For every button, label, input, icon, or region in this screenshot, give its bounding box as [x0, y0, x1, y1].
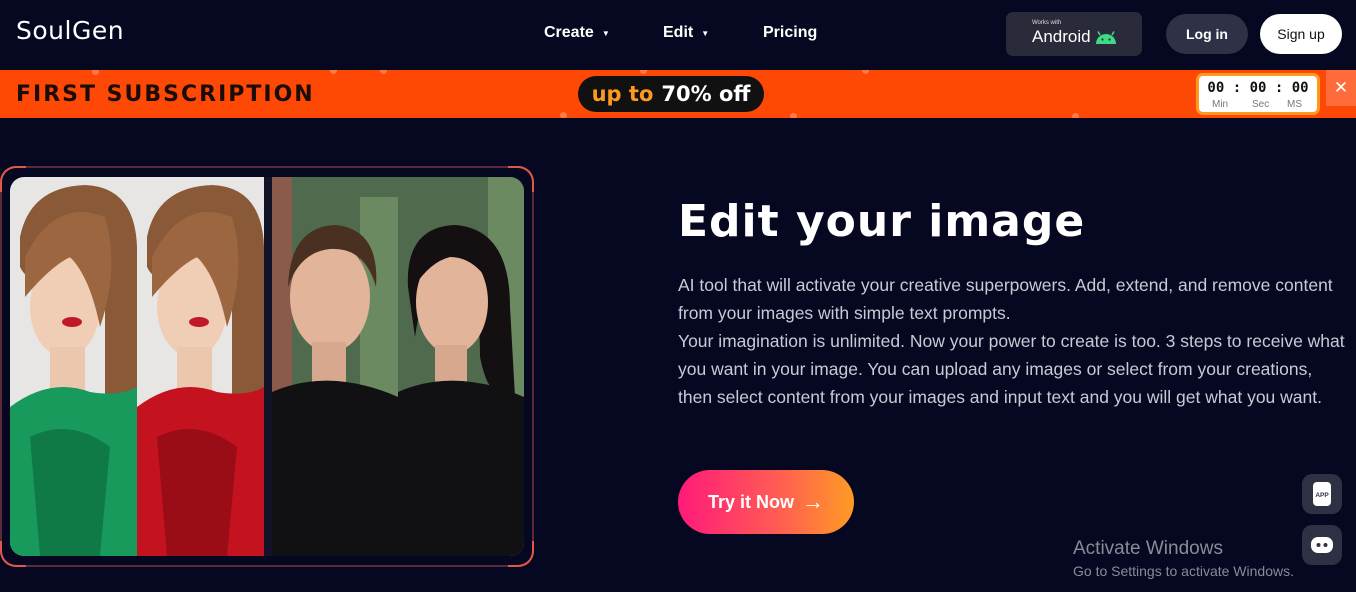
- nav-create-label: Create: [544, 24, 594, 41]
- decor-dot: [330, 70, 337, 74]
- decor-dot: [380, 70, 387, 74]
- promo-title: FIRST SUBSCRIPTION: [16, 82, 315, 107]
- chevron-down-icon: ▼: [601, 28, 610, 38]
- works-with-label: Works with: [1032, 20, 1062, 26]
- timer-sec-label: Sec: [1252, 99, 1270, 110]
- discount-value: 70% off: [661, 82, 751, 106]
- signup-button[interactable]: Sign up: [1260, 14, 1342, 54]
- chat-bot-icon: [1311, 537, 1333, 553]
- decor-dot: [790, 113, 797, 118]
- chevron-down-icon: ▼: [701, 28, 710, 38]
- hero-title: Edit your image: [678, 196, 1086, 247]
- before-after-image: [10, 177, 524, 556]
- timer-min-label: Min: [1212, 99, 1229, 110]
- activate-windows-title: Activate Windows: [1073, 538, 1223, 559]
- android-icon: [1096, 31, 1116, 44]
- android-app-button[interactable]: Works with Android: [1006, 12, 1142, 56]
- nav-edit[interactable]: Edit ▼: [663, 24, 709, 42]
- countdown-timer: 00 : 00 : 00 Min Sec MS: [1196, 73, 1320, 115]
- arrow-right-icon: →: [802, 489, 824, 514]
- decor-dot: [1072, 113, 1079, 118]
- promo-banner[interactable]: FIRST SUBSCRIPTION up to 70% off 00 : 00…: [0, 70, 1356, 118]
- hero-description-1: AI tool that will activate your creative…: [678, 275, 1333, 323]
- decor-dot: [640, 70, 647, 74]
- hero-description-2: Your imagination is unlimited. Now your …: [678, 331, 1345, 407]
- nav-edit-label: Edit: [663, 24, 694, 41]
- chat-bot-button[interactable]: [1302, 525, 1342, 565]
- activate-windows-subtitle: Go to Settings to activate Windows.: [1073, 563, 1294, 579]
- login-button[interactable]: Log in: [1166, 14, 1248, 54]
- decor-dot: [560, 112, 567, 118]
- nav-pricing[interactable]: Pricing: [763, 24, 817, 42]
- close-icon[interactable]: ✕: [1326, 70, 1356, 106]
- timer-ms-label: MS: [1287, 99, 1302, 110]
- nav-create[interactable]: Create ▼: [544, 24, 610, 42]
- discount-badge: up to 70% off: [578, 76, 764, 112]
- nav-pricing-label: Pricing: [763, 24, 818, 41]
- decor-dot: [862, 70, 869, 74]
- android-label: Android: [1032, 27, 1091, 46]
- top-navbar: SoulGen Create ▼ Edit ▼ Pricing Works wi…: [0, 0, 1356, 70]
- portrait-illustration: [10, 177, 524, 556]
- app-download-button[interactable]: APP: [1302, 474, 1342, 514]
- app-download-icon: APP: [1313, 482, 1331, 506]
- app-label: APP: [1315, 492, 1329, 499]
- soulgen-logo[interactable]: SoulGen: [16, 16, 124, 45]
- try-it-now-button[interactable]: Try it Now →: [678, 470, 854, 534]
- decor-dot: [92, 70, 99, 75]
- timer-digits: 00 : 00 : 00: [1207, 80, 1309, 96]
- discount-prefix: up to: [591, 82, 654, 106]
- cta-label: Try it Now: [707, 491, 794, 512]
